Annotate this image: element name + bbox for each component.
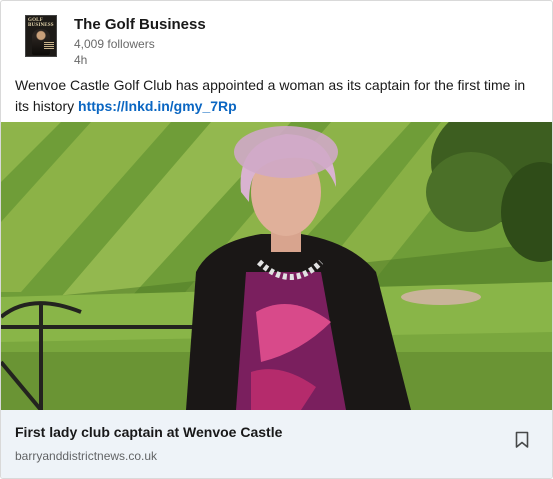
author-name[interactable]: The Golf Business	[74, 16, 206, 34]
article-title[interactable]: First lady club captain at Wenvoe Castle	[15, 424, 282, 440]
article-image[interactable]	[1, 122, 552, 410]
author-meta: The Golf Business 4,009 followers 4h	[74, 16, 206, 68]
feed-post-card: GOLF BUSINESS The Golf Business 4,009 fo…	[0, 0, 553, 479]
post-timestamp: 4h	[74, 53, 88, 67]
avatar-text-block	[44, 42, 54, 50]
post-commentary: Wenvoe Castle Golf Club has appointed a …	[15, 75, 543, 117]
commentary-link[interactable]: https://lnkd.in/gmy_7Rp	[78, 98, 237, 114]
post-header: GOLF BUSINESS The Golf Business 4,009 fo…	[25, 15, 206, 68]
avatar-lettering: GOLF BUSINESS	[28, 18, 54, 28]
save-article-button[interactable]	[510, 427, 534, 453]
article-source: barryanddistrictnews.co.uk	[15, 449, 158, 463]
follower-count: 4,009 followers	[74, 37, 155, 51]
company-logo-avatar[interactable]: GOLF BUSINESS	[25, 15, 57, 57]
bookmark-icon	[515, 431, 529, 448]
article-footer[interactable]: First lady club captain at Wenvoe Castle…	[1, 410, 552, 478]
